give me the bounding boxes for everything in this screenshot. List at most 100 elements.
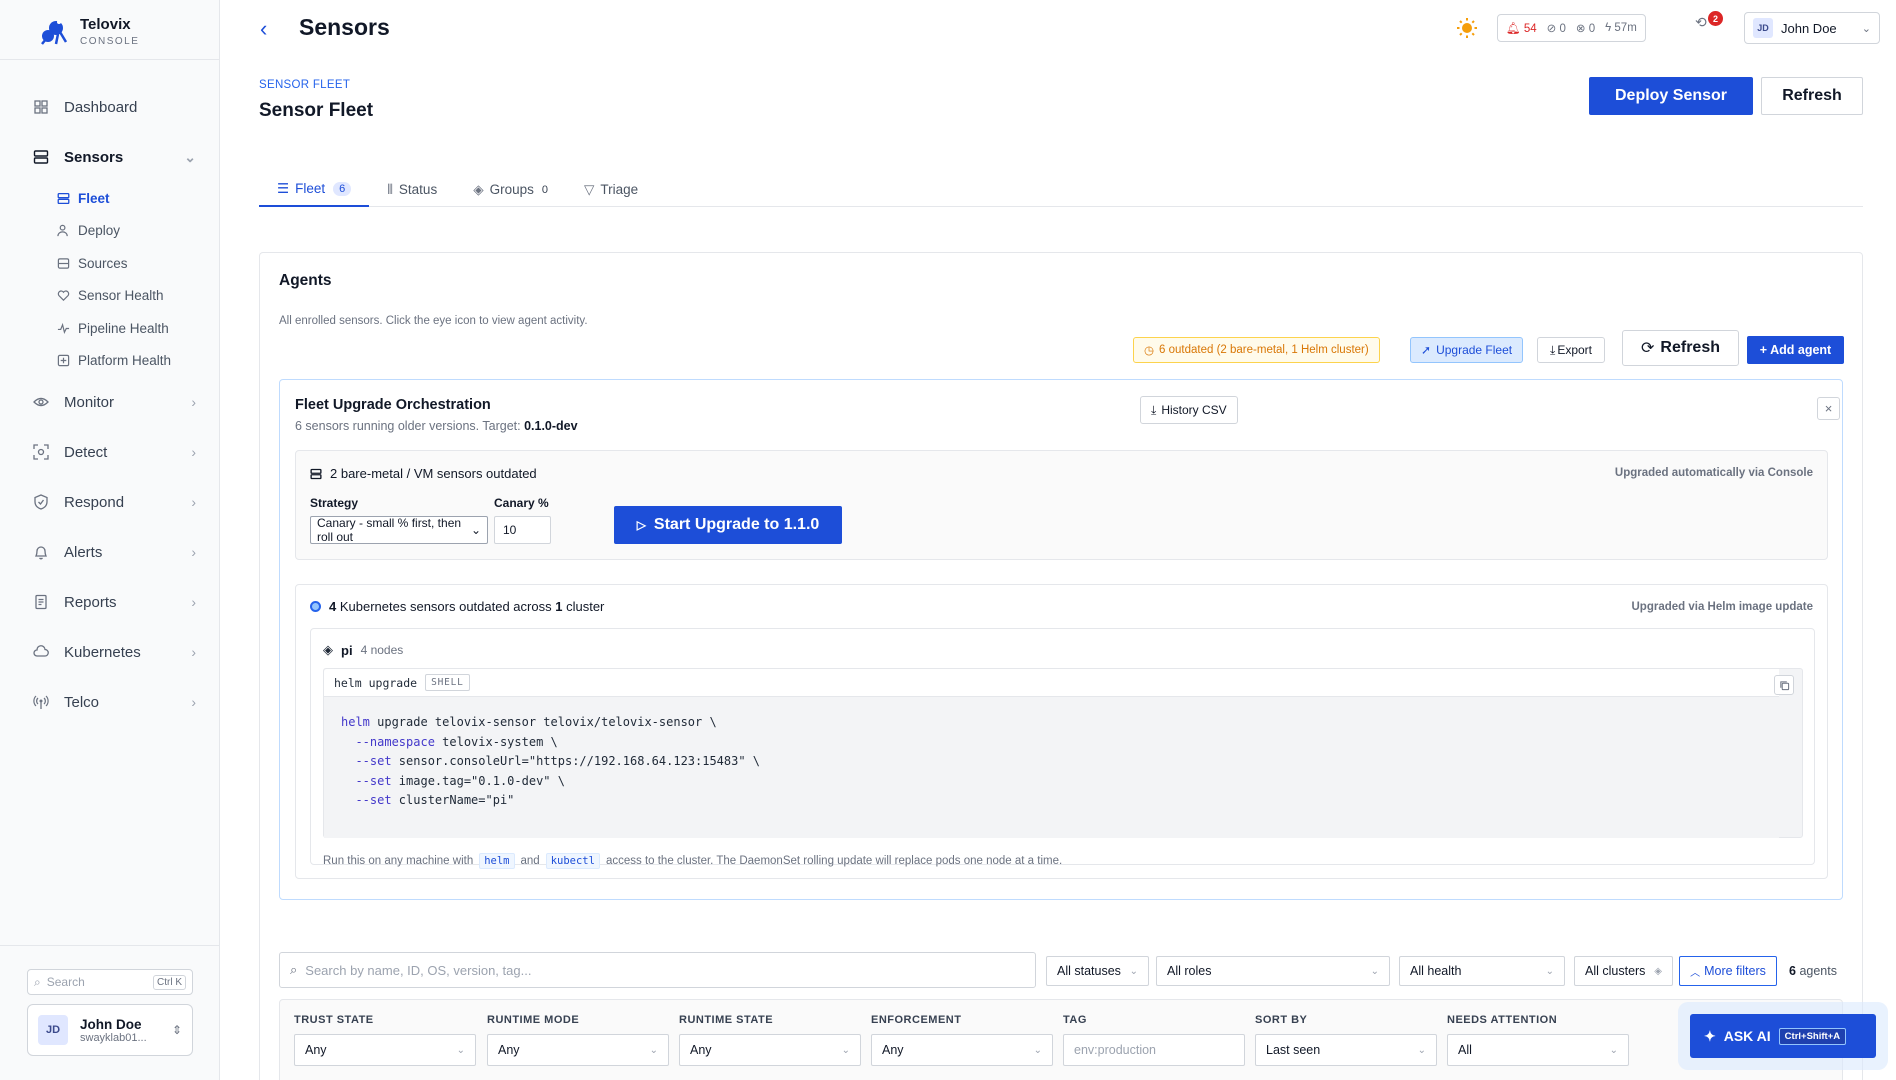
enforcement-select[interactable]: Any ⌄ — [871, 1034, 1053, 1066]
bell-off-icon: ⊘ — [1546, 23, 1557, 35]
tab-count: 6 — [333, 181, 352, 196]
uptime-stat: ϟ 57m — [1605, 22, 1637, 34]
history-csv-button[interactable]: ⤓ History CSV — [1140, 396, 1238, 424]
orchestration-title: Fleet Upgrade Orchestration — [295, 397, 491, 413]
sidebar-item-fleet[interactable]: Fleet — [0, 182, 220, 215]
canary-percent-input[interactable]: 10 — [494, 516, 551, 544]
sparkle-icon: ✦ — [1704, 1027, 1716, 1044]
blocked-stat: ⊗ 0 — [1576, 21, 1595, 35]
refresh-button[interactable]: Refresh — [1761, 77, 1863, 115]
tab-fleet[interactable]: ☰ Fleet 6 — [259, 172, 370, 207]
runtime-mode-value: Any — [498, 1043, 520, 1057]
ask-ai-label: ASK AI — [1723, 1028, 1771, 1044]
deploy-sensor-button[interactable]: Deploy Sensor — [1589, 77, 1753, 115]
health-filter[interactable]: All health ⌄ — [1399, 956, 1565, 986]
primary-nav: Dashboard Sensors ⌄ Fleet Deploy Sources… — [0, 82, 220, 727]
sidebar-search-input[interactable]: ⌕ Search Ctrl K — [27, 969, 193, 995]
tag-input[interactable]: env:production — [1063, 1034, 1245, 1066]
code-keyword: --set — [341, 793, 392, 807]
upgrade-fleet-button[interactable]: ➚ Upgrade Fleet — [1410, 337, 1524, 363]
user-menu-button[interactable]: JD John Doe ⌄ — [1744, 12, 1880, 44]
sidebar-item-pipeline-health[interactable]: Pipeline Health — [0, 312, 220, 345]
sidebar-user-menu[interactable]: JD John Doe swayklab01... ⇕ — [27, 1004, 193, 1056]
nav-item-sensors[interactable]: Sensors ⌄ — [0, 132, 220, 182]
clock-icon: ◷ — [1144, 345, 1155, 357]
sidebar-item-label: Deploy — [78, 223, 121, 239]
nav-item-monitor[interactable]: Monitor › — [0, 377, 220, 427]
trust-state-label: TRUST STATE — [294, 1014, 374, 1026]
sidebar-item-platform-health[interactable]: Platform Health — [0, 345, 220, 378]
tab-groups[interactable]: ◈ Groups 0 — [455, 172, 566, 207]
chevron-down-icon: ⌄ — [1609, 1044, 1618, 1056]
chevron-up-icon: ︿ — [1690, 967, 1701, 979]
needs-attention-label: NEEDS ATTENTION — [1447, 1014, 1558, 1026]
health-filter-value: All health — [1410, 964, 1462, 978]
alerts-stat: 🔔︎ 54 — [1506, 21, 1537, 35]
more-filters-button[interactable]: ︿ More filters — [1679, 956, 1777, 986]
history-csv-label: History CSV — [1161, 403, 1227, 417]
nav-label: Sensors — [64, 148, 124, 166]
add-agent-button[interactable]: + Add agent — [1747, 336, 1844, 364]
agent-search-input[interactable]: ⌕ Search by name, ID, OS, version, tag..… — [279, 952, 1036, 988]
sort-by-select[interactable]: Last seen ⌄ — [1255, 1034, 1437, 1066]
helm-code-chip: helm — [479, 853, 515, 869]
brand[interactable]: Telovix CONSOLE — [36, 14, 139, 48]
nav-item-reports[interactable]: Reports › — [0, 577, 220, 627]
copy-icon[interactable] — [1774, 675, 1794, 695]
code-line: helm upgrade telovix-sensor telovix/telo… — [341, 713, 1762, 733]
nav-item-dashboard[interactable]: Dashboard — [0, 82, 220, 132]
nav-item-telco[interactable]: Telco › — [0, 677, 220, 727]
code-text: image.tag="0.1.0-dev" \ — [391, 773, 565, 788]
upgrade-fleet-label: Upgrade Fleet — [1436, 343, 1513, 357]
close-icon[interactable]: × — [1817, 397, 1840, 420]
ask-ai-button[interactable]: ✦ ASK AI Ctrl+Shift+A — [1690, 1014, 1876, 1058]
clusters-filter[interactable]: All clusters ◈ — [1574, 956, 1673, 986]
agent-count-number: 6 — [1789, 964, 1796, 978]
shortcut-hint: Ctrl K — [153, 974, 186, 990]
sidebar-item-sensor-health[interactable]: Sensor Health — [0, 280, 220, 313]
runtime-mode-select[interactable]: Any ⌄ — [487, 1034, 669, 1066]
roles-filter[interactable]: All roles ⌄ — [1156, 956, 1390, 986]
heart-icon — [56, 289, 70, 303]
sidebar-item-deploy[interactable]: Deploy — [0, 215, 220, 248]
tab-status[interactable]: ⫴ Status — [369, 172, 455, 207]
theme-toggle-sun-icon[interactable] — [1456, 17, 1478, 39]
strategy-select[interactable]: Canary - small % first, then roll out ⌄ — [310, 516, 488, 544]
code-title: helm upgrade — [334, 675, 418, 690]
antenna-icon — [32, 693, 50, 711]
trust-state-value: Any — [305, 1043, 327, 1057]
start-upgrade-label: Start Upgrade to 1.1.0 — [653, 516, 820, 533]
status-summary[interactable]: 🔔︎ 54 ⊘ 0 ⊗ 0 ϟ 57m — [1497, 14, 1646, 42]
start-upgrade-button[interactable]: ▷ Start Upgrade to 1.1.0 — [614, 506, 842, 544]
brand-subtitle: CONSOLE — [80, 35, 140, 47]
code-keyword: --namespace — [341, 734, 435, 749]
target-version: 0.1.0-dev — [524, 419, 578, 433]
tab-triage[interactable]: ▽ Triage — [566, 172, 656, 207]
nav-item-respond[interactable]: Respond › — [0, 477, 220, 527]
back-arrow-icon[interactable]: ‹ — [260, 16, 267, 42]
sidebar-item-sources[interactable]: Sources — [0, 247, 220, 280]
status-filter[interactable]: All statuses ⌄ — [1046, 956, 1149, 986]
outdated-badge[interactable]: ◷ 6 outdated (2 bare-metal, 1 Helm clust… — [1133, 337, 1380, 363]
topbar: ‹ Sensors 🔔︎ 54 ⊘ 0 ⊗ 0 ϟ 57m ⟲ 2 JD Joh… — [220, 0, 1896, 56]
runtime-state-select[interactable]: Any ⌄ — [679, 1034, 861, 1066]
trust-state-select[interactable]: Any ⌄ — [294, 1034, 476, 1066]
kubernetes-heading: 4 Kubernetes sensors outdated across 1 c… — [310, 599, 604, 614]
export-button[interactable]: ⤓ Export — [1537, 337, 1605, 363]
nav-item-kubernetes[interactable]: Kubernetes › — [0, 627, 220, 677]
nav-label: Monitor — [64, 393, 115, 411]
agents-refresh-button[interactable]: ⟳ Refresh — [1622, 330, 1739, 366]
needs-attention-select[interactable]: All ⌄ — [1447, 1034, 1629, 1066]
chevron-down-icon: ⌄ — [456, 1044, 465, 1056]
baremetal-section: 2 bare-metal / VM sensors outdated Upgra… — [295, 450, 1828, 560]
lightning-icon: ϟ — [1605, 22, 1612, 34]
server-icon — [310, 468, 322, 479]
scan-icon — [32, 443, 50, 461]
nav-item-alerts[interactable]: Alerts › — [0, 527, 220, 577]
sidebar-item-label: Fleet — [78, 190, 110, 206]
tab-label: Status — [398, 182, 438, 197]
footnote-text: access to the cluster. The DaemonSet rol… — [605, 855, 1063, 867]
notifications-icon[interactable]: ⟲ — [1695, 14, 1707, 31]
nav-item-detect[interactable]: Detect › — [0, 427, 220, 477]
nav-label: Detect — [64, 443, 108, 461]
